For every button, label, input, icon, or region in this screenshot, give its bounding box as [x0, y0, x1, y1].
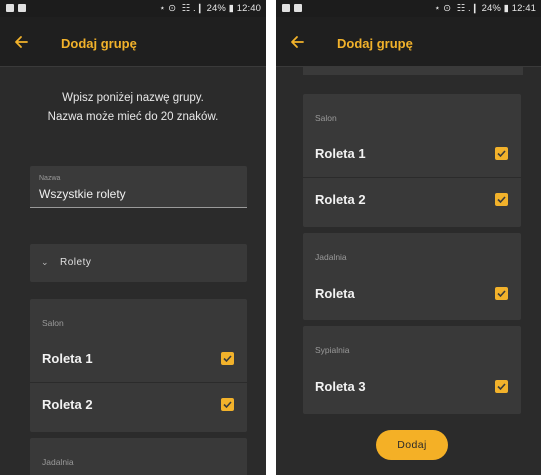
list-item[interactable]: Roleta [303, 271, 521, 317]
intro-line-1: Wpisz poniżej nazwę grupy. [62, 92, 204, 104]
rolety-dropdown[interactable]: ⌄ Rolety [30, 244, 247, 282]
notification-icons [282, 4, 302, 12]
room-card-jadalnia: Jadalnia Roleta [303, 233, 521, 320]
page-title: Dodaj grupę [337, 36, 413, 51]
facebook-notification-icon [294, 4, 302, 12]
image-notification-icon [6, 4, 14, 12]
list-item[interactable]: Roleta 2 [30, 382, 247, 428]
app-bar: Dodaj grupę [276, 17, 541, 67]
divider [303, 177, 521, 178]
checkbox-checked-icon[interactable] [495, 380, 508, 393]
screen-1: ⋆ ⊙ ☷ .❙ 24% ▮ 12:40 Dodaj grupę Wpisz p… [0, 0, 266, 475]
image-notification-icon [282, 4, 290, 12]
checkbox-checked-icon[interactable] [221, 398, 234, 411]
room-card-sypialnia: Sypialnia Roleta 3 [303, 326, 521, 414]
scrolled-field-edge [303, 67, 523, 75]
room-name: Sypialnia [315, 345, 350, 355]
list-item[interactable]: Roleta 1 [303, 131, 521, 177]
list-item[interactable]: Roleta 2 [303, 177, 521, 223]
arrow-left-icon[interactable] [11, 32, 31, 52]
checkbox-checked-icon[interactable] [495, 147, 508, 160]
app-bar: Dodaj grupę [0, 17, 266, 67]
add-button[interactable]: Dodaj [376, 430, 448, 460]
arrow-left-icon[interactable] [287, 32, 307, 52]
status-info: ⋆ ⊙ ☷ .❙ 24% ▮ 12:40 [159, 3, 261, 14]
facebook-notification-icon [18, 4, 26, 12]
chevron-down-icon: ⌄ [41, 257, 49, 267]
intro-text: Wpisz poniżej nazwę grupy. Nazwa może mi… [0, 89, 266, 127]
item-label: Roleta 1 [42, 351, 93, 366]
room-name: Jadalnia [315, 252, 347, 262]
divider [30, 382, 247, 383]
room-card-salon: Salon Roleta 1 Roleta 2 [303, 94, 521, 227]
field-underline [30, 207, 247, 208]
status-bar: ⋆ ⊙ ☷ .❙ 24% ▮ 12:40 [0, 0, 266, 17]
name-field-value[interactable]: Wszystkie rolety [39, 187, 126, 201]
page-title: Dodaj grupę [61, 36, 137, 51]
name-field[interactable]: Nazwa Wszystkie rolety [30, 166, 247, 208]
room-card-salon: Salon Roleta 1 Roleta 2 [30, 299, 247, 432]
item-label: Roleta 2 [315, 192, 366, 207]
item-label: Roleta 3 [315, 379, 366, 394]
item-label: Roleta 1 [315, 146, 366, 161]
name-field-label: Nazwa [39, 175, 61, 182]
room-card-jadalnia: Jadalnia [30, 438, 247, 475]
intro-line-2: Nazwa może mieć do 20 znaków. [47, 111, 219, 123]
checkbox-checked-icon[interactable] [495, 193, 508, 206]
item-label: Roleta 2 [42, 397, 93, 412]
checkbox-checked-icon[interactable] [221, 352, 234, 365]
room-name: Jadalnia [42, 457, 74, 467]
list-item[interactable]: Roleta 3 [303, 364, 521, 410]
list-item[interactable]: Roleta 1 [30, 336, 247, 382]
screen-2: ⋆ ⊙ ☷ .❙ 24% ▮ 12:41 Dodaj grupę Salon R… [276, 0, 541, 475]
status-bar: ⋆ ⊙ ☷ .❙ 24% ▮ 12:41 [276, 0, 541, 17]
dropdown-label: Rolety [60, 257, 92, 268]
status-info: ⋆ ⊙ ☷ .❙ 24% ▮ 12:41 [434, 3, 536, 14]
room-name: Salon [315, 113, 337, 123]
item-label: Roleta [315, 286, 355, 301]
room-name: Salon [42, 318, 64, 328]
checkbox-checked-icon[interactable] [495, 287, 508, 300]
notification-icons [6, 4, 26, 12]
